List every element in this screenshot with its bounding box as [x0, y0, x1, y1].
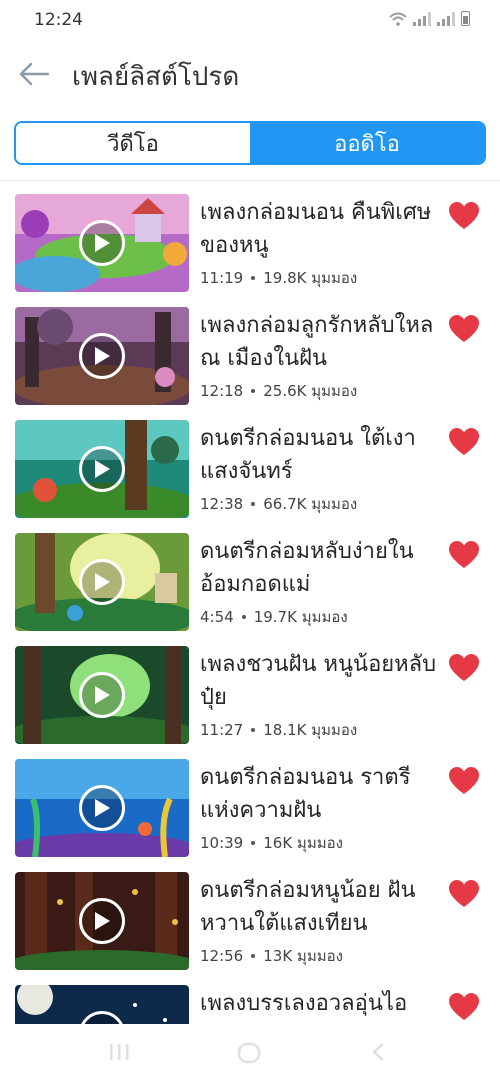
back-button[interactable] [16, 56, 52, 92]
separator-dot [251, 502, 256, 506]
item-duration: 11:19 [200, 269, 244, 287]
item-title: เพลงชวนฝัน หนูน้อยหลับปุ๋ย [200, 652, 437, 710]
list-item[interactable]: เพลงกล่อมนอน คืนพิเศษของหนู 11:19 19.8K … [0, 194, 500, 294]
video-thumbnail[interactable] [15, 307, 189, 405]
video-thumbnail[interactable] [15, 420, 189, 518]
list-item[interactable]: ดนตรีกล่อมนอน ใต้เงาแสงจันทร์ 12:38 66.7… [0, 420, 500, 520]
page-title: เพลย์ลิสต์โปรด [72, 62, 240, 92]
item-title: เพลงบรรเลงอวลอุ่นไอ [200, 991, 408, 1016]
play-icon [79, 333, 125, 379]
divider [0, 180, 500, 181]
separator-dot [251, 954, 256, 958]
item-title: ดนตรีกล่อมนอน ราตรีแห่งความฝัน [200, 765, 411, 823]
video-thumbnail[interactable] [15, 985, 189, 1024]
item-meta: 10:39 16K มุมมอง [200, 831, 343, 855]
status-icons [389, 11, 470, 26]
app-header: เพลย์ลิสต์โปรด [0, 40, 500, 108]
separator-dot [251, 841, 256, 845]
play-icon [79, 898, 125, 944]
play-icon [79, 220, 125, 266]
video-thumbnail[interactable] [15, 533, 189, 631]
heart-icon[interactable] [449, 315, 479, 343]
item-meta: 12:56 13K มุมมอง [200, 944, 343, 968]
tab-video[interactable]: วีดีโอ [16, 123, 250, 163]
wifi-icon [389, 12, 407, 26]
item-duration: 4:54 [200, 608, 234, 626]
item-views: 18.1K มุมมอง [263, 721, 358, 739]
list-item[interactable]: ดนตรีกล่อมหลับง่ายในอ้อมกอดแม่ 4:54 19.7… [0, 533, 500, 633]
segmented-tabs: วีดีโอ ออดิโอ [14, 121, 486, 165]
playlist-list: เพลงกล่อมนอน คืนพิเศษของหนู 11:19 19.8K … [0, 194, 500, 1024]
separator-dot [241, 615, 246, 619]
video-thumbnail[interactable] [15, 872, 189, 970]
system-nav-bar [0, 1024, 500, 1083]
video-thumbnail[interactable] [15, 194, 189, 292]
list-item[interactable]: เพลงบรรเลงอวลอุ่นไอ [0, 985, 500, 1024]
heart-icon[interactable] [449, 880, 479, 908]
home-icon[interactable] [237, 1042, 261, 1064]
item-views: 13K มุมมอง [263, 947, 343, 965]
item-views: 25.6K มุมมอง [263, 382, 358, 400]
item-meta: 4:54 19.7K มุมมอง [200, 605, 348, 629]
item-title: ดนตรีกล่อมหนูน้อย ฝันหวานใต้แสงเทียน [200, 878, 416, 936]
item-title: ดนตรีกล่อมหลับง่ายในอ้อมกอดแม่ [200, 539, 414, 597]
recent-apps-icon[interactable] [108, 1042, 130, 1062]
item-duration: 12:38 [200, 495, 244, 513]
heart-icon[interactable] [449, 993, 479, 1021]
heart-icon[interactable] [449, 654, 479, 682]
item-views: 66.7K มุมมอง [263, 495, 358, 513]
heart-icon[interactable] [449, 428, 479, 456]
play-icon [79, 672, 125, 718]
battery-icon [461, 11, 470, 26]
heart-icon[interactable] [449, 767, 479, 795]
list-item[interactable]: เพลงชวนฝัน หนูน้อยหลับปุ๋ย 11:27 18.1K ม… [0, 646, 500, 746]
separator-dot [251, 389, 256, 393]
tab-audio[interactable]: ออดิโอ [250, 123, 484, 163]
item-meta: 12:38 66.7K มุมมอง [200, 492, 357, 516]
item-views: 19.8K มุมมอง [263, 269, 358, 287]
back-nav-icon[interactable] [370, 1042, 386, 1062]
item-views: 16K มุมมอง [263, 834, 343, 852]
video-thumbnail[interactable] [15, 646, 189, 744]
arrow-left-icon [19, 62, 50, 86]
play-icon [79, 446, 125, 492]
list-item[interactable]: ดนตรีกล่อมหนูน้อย ฝันหวานใต้แสงเทียน 12:… [0, 872, 500, 972]
list-item[interactable]: เพลงกล่อมลูกรักหลับใหล ณ เมืองในฝัน 12:1… [0, 307, 500, 407]
item-duration: 12:18 [200, 382, 244, 400]
list-item[interactable]: ดนตรีกล่อมนอน ราตรีแห่งความฝัน 10:39 16K… [0, 759, 500, 859]
signal-icon [413, 12, 431, 26]
status-time: 12:24 [34, 10, 83, 30]
signal-icon-2 [437, 12, 455, 26]
separator-dot [251, 728, 256, 732]
video-thumbnail[interactable] [15, 759, 189, 857]
heart-icon[interactable] [449, 541, 479, 569]
item-title: เพลงกล่อมลูกรักหลับใหล ณ เมืองในฝัน [200, 313, 434, 371]
status-bar: 12:24 [0, 0, 500, 40]
item-views: 19.7K มุมมอง [253, 608, 348, 626]
play-icon [79, 559, 125, 605]
item-title: เพลงกล่อมนอน คืนพิเศษของหนู [200, 200, 432, 258]
item-meta: 11:19 19.8K มุมมอง [200, 266, 357, 290]
separator-dot [251, 276, 256, 280]
play-icon [79, 785, 125, 831]
item-meta: 11:27 18.1K มุมมอง [200, 718, 357, 742]
item-duration: 11:27 [200, 721, 244, 739]
item-duration: 12:56 [200, 947, 244, 965]
heart-icon[interactable] [449, 202, 479, 230]
item-title: ดนตรีกล่อมนอน ใต้เงาแสงจันทร์ [200, 426, 416, 484]
item-duration: 10:39 [200, 834, 244, 852]
item-meta: 12:18 25.6K มุมมอง [200, 379, 357, 403]
